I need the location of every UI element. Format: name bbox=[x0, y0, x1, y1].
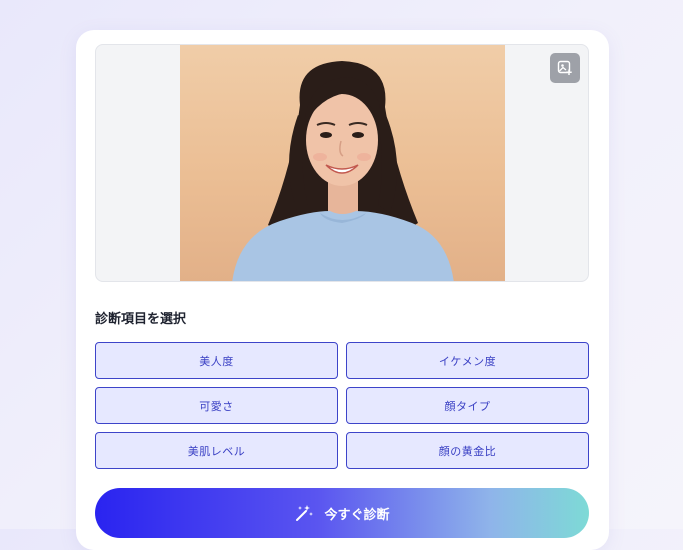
diagnosis-options: 美人度 イケメン度 可愛さ 顔タイプ 美肌レベル 顔の黄金比 bbox=[95, 342, 589, 469]
diagnosis-card: 診断項目を選択 美人度 イケメン度 可愛さ 顔タイプ 美肌レベル 顔の黄金比 今… bbox=[76, 30, 609, 550]
image-edit-icon bbox=[557, 60, 572, 75]
uploaded-photo bbox=[180, 45, 505, 281]
diagnose-now-label: 今すぐ診断 bbox=[324, 507, 390, 523]
option-handsome[interactable]: イケメン度 bbox=[346, 342, 589, 379]
option-beauty[interactable]: 美人度 bbox=[95, 342, 338, 379]
option-skin-level[interactable]: 美肌レベル bbox=[95, 432, 338, 469]
option-face-type[interactable]: 顔タイプ bbox=[346, 387, 589, 424]
photo-preview bbox=[95, 44, 589, 282]
option-cuteness[interactable]: 可愛さ bbox=[95, 387, 338, 424]
magic-wand-icon bbox=[294, 503, 314, 523]
section-title: 診断項目を選択 bbox=[95, 312, 187, 327]
diagnose-now-button[interactable]: 今すぐ診断 bbox=[95, 488, 589, 538]
portrait-image bbox=[232, 61, 454, 281]
option-golden-ratio[interactable]: 顔の黄金比 bbox=[346, 432, 589, 469]
change-photo-button[interactable] bbox=[550, 53, 580, 83]
